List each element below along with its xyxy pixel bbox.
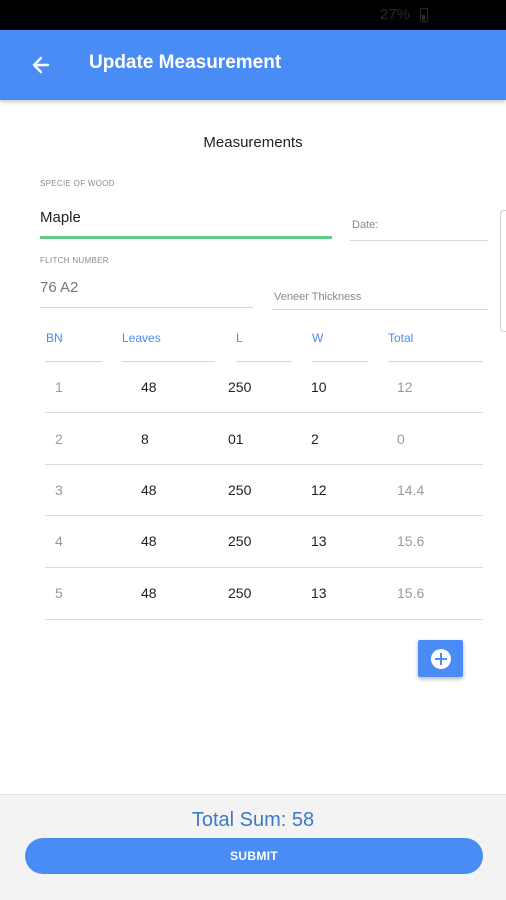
section-title: Measurements xyxy=(203,134,303,151)
header-divider xyxy=(388,361,483,362)
footer: Total Sum: 58 SUBMIT xyxy=(0,794,506,900)
date-input[interactable]: Date: xyxy=(352,219,378,231)
header-divider xyxy=(236,361,292,362)
column-header-w: W xyxy=(312,331,324,345)
row-divider xyxy=(45,567,483,568)
species-input[interactable]: Maple xyxy=(40,209,81,226)
flitch-label: FLITCH NUMBER xyxy=(40,256,109,265)
veneer-underline xyxy=(272,309,488,310)
date-underline xyxy=(350,240,488,241)
cell-bn: 4 xyxy=(55,533,63,549)
total-sum: Total Sum: 58 xyxy=(191,809,315,831)
flitch-underline xyxy=(40,307,253,308)
cell-width[interactable]: 13 xyxy=(311,585,327,601)
veneer-thickness-input[interactable]: Veneer Thickness xyxy=(274,291,361,303)
cell-leaves[interactable]: 48 xyxy=(141,379,157,395)
cell-leaves[interactable]: 8 xyxy=(141,431,149,447)
cell-total: 12 xyxy=(397,379,413,395)
scroll-indicator[interactable] xyxy=(500,210,506,332)
plus-circle-icon xyxy=(430,648,451,669)
back-button[interactable] xyxy=(26,50,56,80)
cell-total: 15.6 xyxy=(397,533,425,549)
header-divider xyxy=(45,361,102,362)
cell-leaves[interactable]: 48 xyxy=(141,533,157,549)
row-divider xyxy=(45,412,483,413)
column-header-l: L xyxy=(236,331,243,345)
row-divider xyxy=(45,464,483,465)
species-label: SPECIE OF WOOD xyxy=(40,179,115,188)
cell-leaves[interactable]: 48 xyxy=(141,482,157,498)
battery-level: 27% xyxy=(379,6,410,23)
add-row-button[interactable] xyxy=(418,640,463,677)
cell-bn: 2 xyxy=(55,431,63,447)
column-header-bn: BN xyxy=(46,331,63,345)
battery-icon xyxy=(420,8,428,22)
cell-bn: 5 xyxy=(55,585,63,601)
cell-length[interactable]: 01 xyxy=(228,431,244,447)
cell-total: 14.4 xyxy=(397,482,425,498)
cell-total: 0 xyxy=(397,431,405,447)
page-title: Update Measurement xyxy=(89,52,282,73)
status-bar: 27% xyxy=(0,0,506,30)
row-divider xyxy=(45,515,483,516)
cell-length[interactable]: 250 xyxy=(228,585,251,601)
submit-button[interactable]: SUBMIT xyxy=(25,838,483,874)
cell-width[interactable]: 2 xyxy=(311,431,319,447)
flitch-input[interactable]: 76 A2 xyxy=(40,279,78,296)
cell-width[interactable]: 12 xyxy=(311,482,327,498)
arrow-left-icon xyxy=(32,56,50,74)
cell-width[interactable]: 10 xyxy=(311,379,327,395)
header-divider xyxy=(122,361,215,362)
column-header-total: Total xyxy=(388,331,414,345)
cell-bn: 3 xyxy=(55,482,63,498)
cell-width[interactable]: 13 xyxy=(311,533,327,549)
header-divider xyxy=(312,361,368,362)
app-bar: Update Measurement xyxy=(0,30,506,100)
cell-leaves[interactable]: 48 xyxy=(141,585,157,601)
cell-length[interactable]: 250 xyxy=(228,533,251,549)
species-underline xyxy=(40,236,332,239)
column-header-leaves: Leaves xyxy=(122,331,161,345)
cell-length[interactable]: 250 xyxy=(228,379,251,395)
row-divider xyxy=(45,619,483,620)
cell-length[interactable]: 250 xyxy=(228,482,251,498)
cell-bn: 1 xyxy=(55,379,63,395)
cell-total: 15.6 xyxy=(397,585,425,601)
